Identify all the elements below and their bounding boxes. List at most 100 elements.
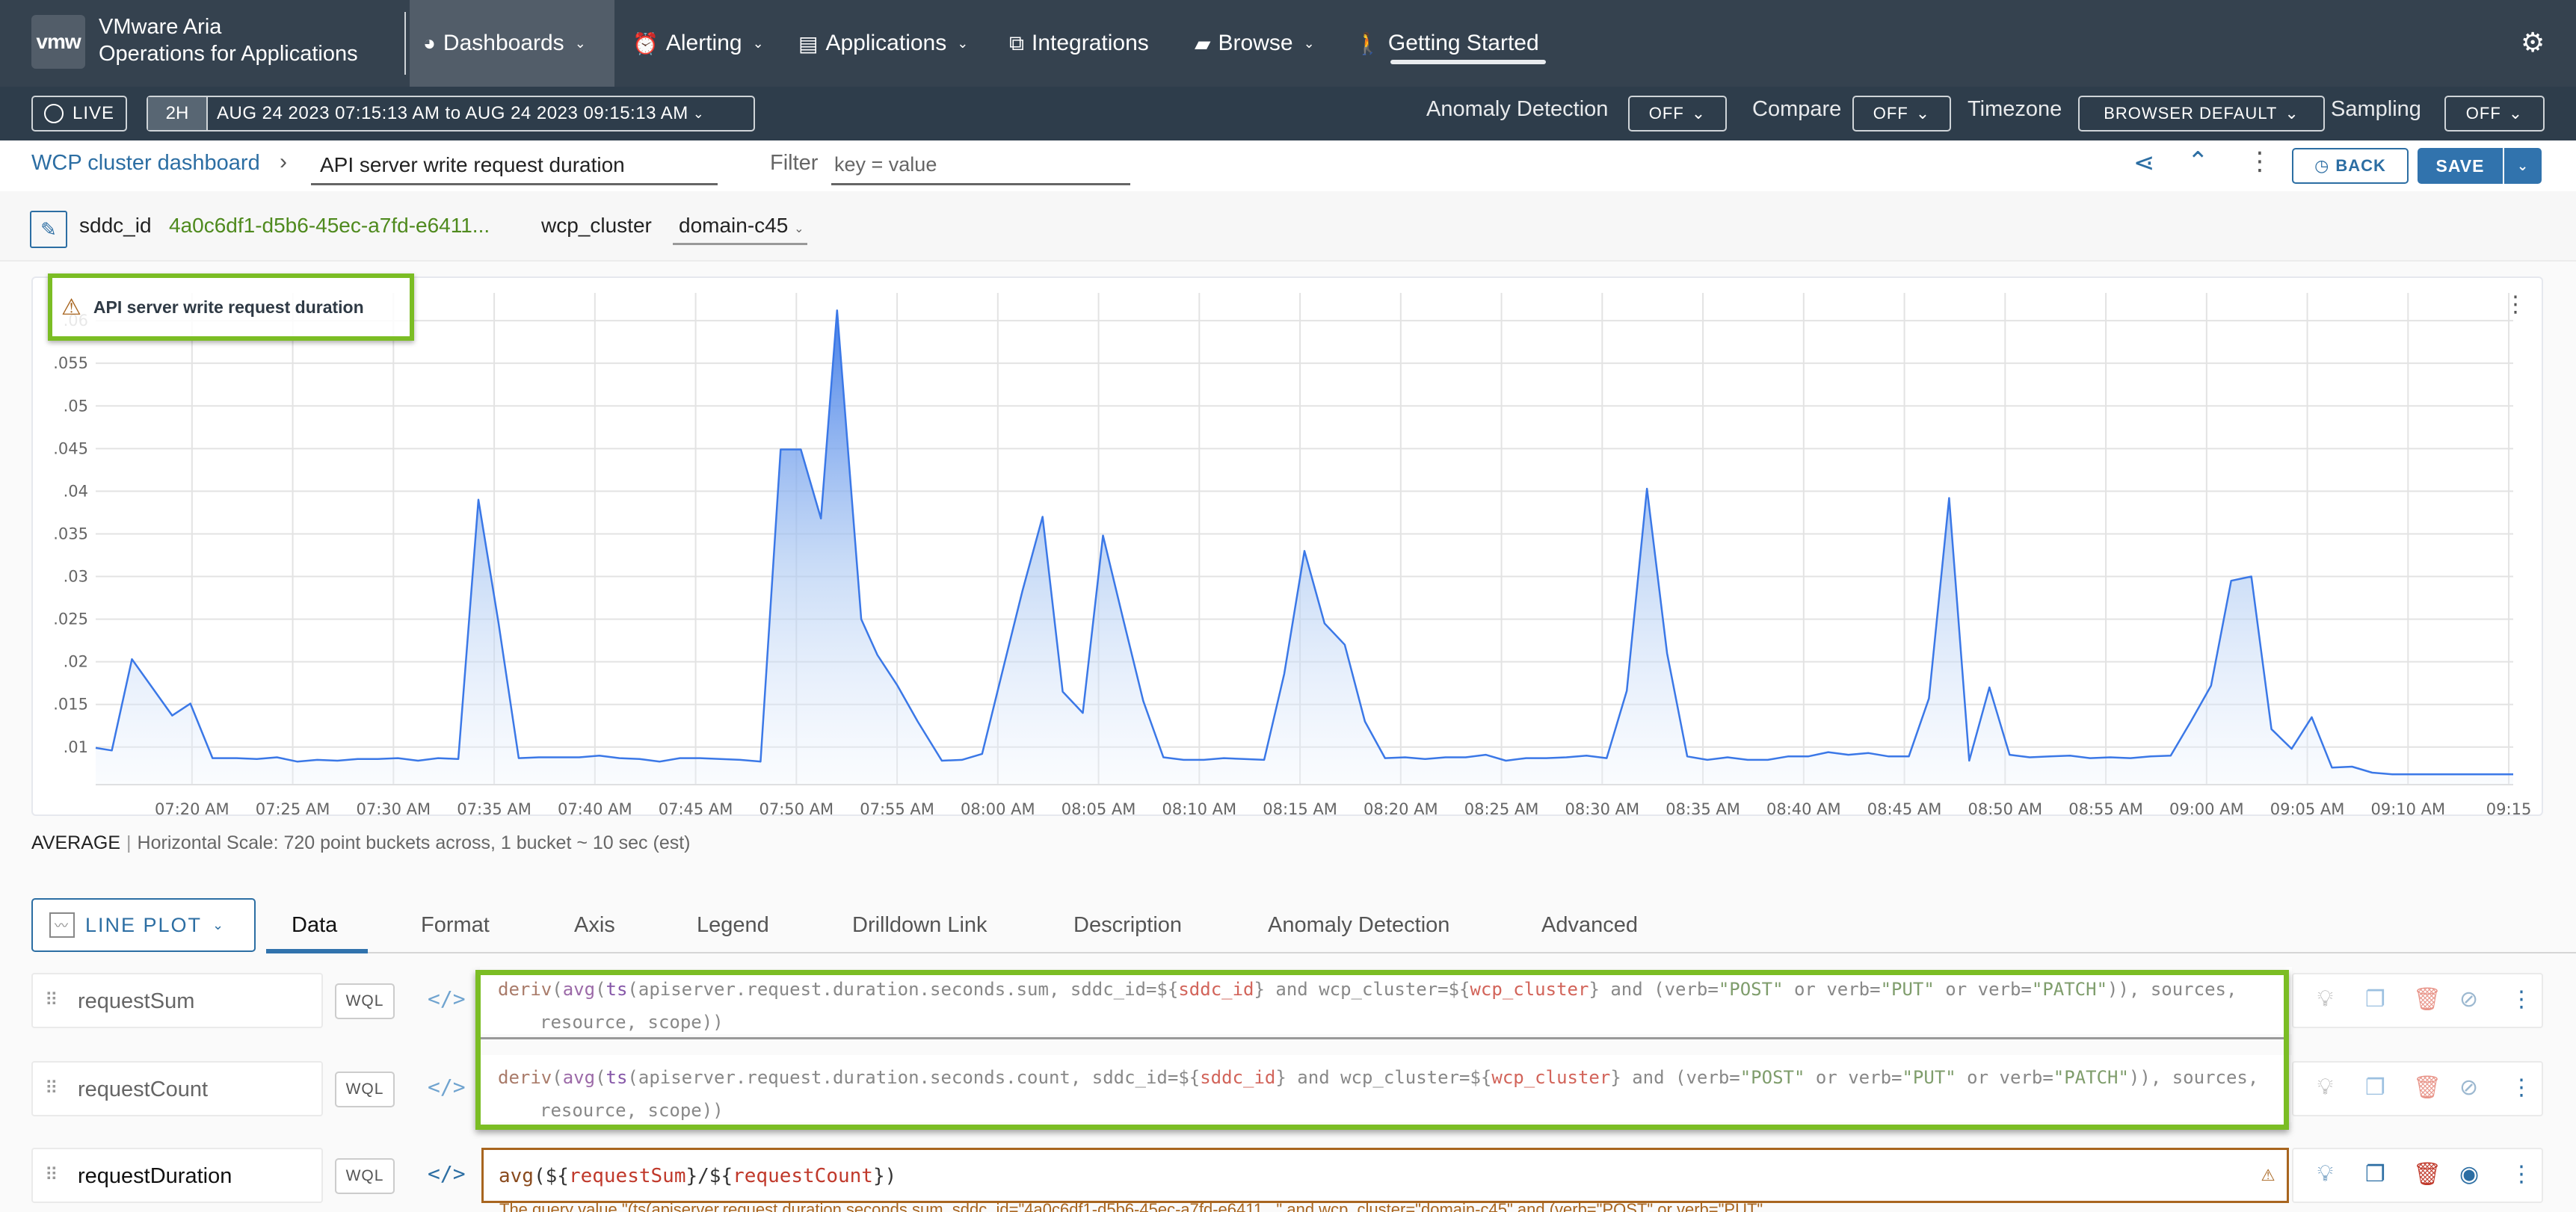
y-tick-label: .02	[64, 653, 88, 671]
more-options-icon[interactable]: ⋮	[2510, 1075, 2533, 1101]
lightbulb-icon[interactable]: 💡︎	[2317, 1075, 2333, 1100]
wql-language-button[interactable]: WQL	[335, 1072, 395, 1107]
query-editor[interactable]: deriv(avg(ts(apiserver.request.duration.…	[480, 967, 2292, 1034]
vmware-logo[interactable]: vmw	[31, 15, 85, 69]
chevron-down-icon: ⌄	[957, 36, 968, 52]
tab-data[interactable]: Data	[292, 913, 337, 938]
tab-drilldown-link[interactable]: Drilldown Link	[852, 913, 987, 938]
eye-hidden-icon[interactable]: ⊘	[2459, 986, 2478, 1012]
drag-handle-icon[interactable]: ⠿	[45, 1077, 57, 1099]
drag-handle-icon[interactable]: ⠿	[45, 1164, 57, 1186]
code-icon[interactable]: </>	[428, 1075, 466, 1099]
nav-dashboards[interactable]: ◕ Dashboards ⌄	[410, 0, 614, 87]
time-bar: LIVE 2H AUG 24 2023 07:15:13 AM to AUG 2…	[0, 87, 2576, 140]
nav-integrations[interactable]: ⧉ Integrations	[996, 0, 1162, 87]
lightbulb-icon[interactable]: 💡︎	[2317, 986, 2333, 1012]
save-button[interactable]: SAVE ⌄	[2418, 148, 2542, 184]
delete-trash-icon[interactable]: 🗑︎	[2413, 1075, 2441, 1101]
tab-legend[interactable]: Legend	[697, 913, 769, 938]
tab-axis[interactable]: Axis	[574, 913, 615, 938]
nav-getting-started[interactable]: 🚶 Getting Started	[1341, 0, 1553, 87]
filter-input[interactable]	[831, 146, 1130, 185]
delete-trash-icon[interactable]: 🗑︎	[2413, 1161, 2441, 1187]
save-dropdown-chevron-icon[interactable]: ⌄	[2504, 148, 2542, 184]
sampling-select[interactable]: OFF⌄	[2444, 96, 2545, 132]
query-name[interactable]: requestDuration	[78, 1164, 232, 1189]
code-icon[interactable]: </>	[428, 1161, 466, 1186]
summary-divider: |	[126, 832, 132, 853]
anomaly-detection-value: OFF	[1649, 104, 1684, 123]
nav-applications[interactable]: ▤ Applications ⌄	[785, 0, 982, 87]
time-range-picker[interactable]: 2H AUG 24 2023 07:15:13 AM to AUG 24 202…	[147, 96, 755, 132]
nav-dashboards-label: Dashboards	[443, 31, 564, 56]
query-name[interactable]: requestSum	[78, 989, 194, 1014]
nav-divider	[404, 12, 406, 75]
compare-select[interactable]: OFF⌄	[1852, 96, 1951, 132]
series-area-requestDuration	[96, 310, 2513, 785]
chevron-down-icon: ⌄	[212, 918, 225, 933]
eye-visible-icon[interactable]: ◉	[2459, 1161, 2479, 1187]
chart-more-options-icon[interactable]: ⋮	[2504, 291, 2527, 318]
anomaly-detection-select[interactable]: OFF⌄	[1628, 96, 1727, 132]
query-name[interactable]: requestCount	[78, 1077, 208, 1102]
warning-icon: ⚠	[2261, 1160, 2275, 1187]
x-tick-label: 08:40 AM	[1766, 800, 1841, 817]
code-icon[interactable]: </>	[428, 986, 466, 1011]
chart-title-input[interactable]	[311, 146, 718, 185]
chevron-down-icon: ⌄	[693, 106, 704, 122]
live-toggle[interactable]: LIVE	[31, 96, 127, 132]
eye-hidden-icon[interactable]: ⊘	[2459, 1075, 2478, 1101]
nav-browse[interactable]: ▰ Browse ⌄	[1181, 0, 1328, 87]
breadcrumb: WCP cluster dashboard › Filter ⋖ ⌃ ⋮ ◷ B…	[0, 140, 2576, 191]
drag-handle-icon[interactable]: ⠿	[45, 989, 57, 1011]
query-metric: (apiserver.request.duration.seconds.sum,…	[627, 979, 1178, 1000]
lightbulb-icon[interactable]: 💡︎	[2317, 1161, 2333, 1187]
query-text: or verb=	[1935, 979, 2032, 1000]
collapse-up-icon[interactable]: ⌃	[2187, 146, 2209, 176]
nav-alerting[interactable]: ⏰ Alerting ⌄	[619, 0, 777, 87]
query-text: } and (verb=	[1610, 1067, 1740, 1088]
more-options-icon[interactable]: ⋮	[2247, 146, 2273, 176]
wql-language-button[interactable]: WQL	[335, 983, 395, 1019]
folder-icon: ▰	[1195, 31, 1211, 56]
timezone-select[interactable]: BROWSER DEFAULT⌄	[2078, 96, 2325, 132]
variable-sddc-id-value[interactable]: 4a0c6df1-d5b6-45ec-a7fd-e6411...	[169, 214, 490, 238]
delete-trash-icon[interactable]: 🗑︎	[2413, 986, 2441, 1012]
x-tick-label: 08:35 AM	[1666, 800, 1740, 817]
top-nav: vmw VMware Aria Operations for Applicati…	[0, 0, 2576, 87]
dashboard-variables: ✎ sddc_id 4a0c6df1-d5b6-45ec-a7fd-e6411.…	[0, 191, 2576, 262]
plot-type-select[interactable]: 〰 LINE PLOT ⌄	[31, 898, 256, 952]
wql-language-button[interactable]: WQL	[335, 1158, 395, 1194]
chart-plot[interactable]: .01.015.02.025.03.035.04.045.05.055.0607…	[33, 278, 2545, 817]
query-name-box[interactable]: ⠿ requestDuration	[31, 1148, 323, 1203]
x-tick-label: 08:55 AM	[2068, 800, 2143, 817]
variable-wcp-cluster-select[interactable]: domain-c45 ⌄	[673, 208, 807, 245]
gear-icon[interactable]: ⚙	[2521, 27, 2545, 58]
more-options-icon[interactable]: ⋮	[2510, 1161, 2533, 1187]
edit-variables-pencil-icon[interactable]: ✎	[30, 211, 67, 248]
query-name-box[interactable]: ⠿ requestSum	[31, 973, 323, 1028]
more-options-icon[interactable]: ⋮	[2510, 986, 2533, 1012]
back-button[interactable]: ◷ BACK	[2292, 148, 2409, 184]
query-name-box[interactable]: ⠿ requestCount	[31, 1061, 323, 1116]
query-metric: (apiserver.request.duration.seconds.coun…	[627, 1067, 1200, 1088]
tab-format[interactable]: Format	[421, 913, 490, 938]
tab-description[interactable]: Description	[1073, 913, 1182, 938]
range-preset[interactable]: 2H	[148, 97, 208, 130]
active-query-editor[interactable]: avg(${requestSum}/${requestCount}) ⚠	[481, 1148, 2289, 1203]
breadcrumb-dashboard-link[interactable]: WCP cluster dashboard	[31, 151, 260, 176]
dashboard-gauge-icon: ◕	[423, 31, 436, 55]
x-tick-label: 07:20 AM	[155, 800, 229, 817]
query-text: })	[873, 1165, 896, 1187]
tab-anomaly-detection[interactable]: Anomaly Detection	[1268, 913, 1449, 938]
query-editor[interactable]: deriv(avg(ts(apiserver.request.duration.…	[480, 1055, 2292, 1122]
nav-browse-label: Browse	[1218, 31, 1293, 56]
copy-icon[interactable]: ❐	[2365, 1161, 2385, 1187]
nav-getting-started-label: Getting Started	[1388, 31, 1539, 56]
copy-icon[interactable]: ❐	[2365, 1075, 2385, 1101]
tab-advanced[interactable]: Advanced	[1541, 913, 1638, 938]
save-label[interactable]: SAVE	[2418, 148, 2504, 184]
copy-icon[interactable]: ❐	[2365, 986, 2385, 1012]
tabs-baseline	[266, 952, 2576, 953]
share-icon[interactable]: ⋖	[2133, 148, 2155, 178]
